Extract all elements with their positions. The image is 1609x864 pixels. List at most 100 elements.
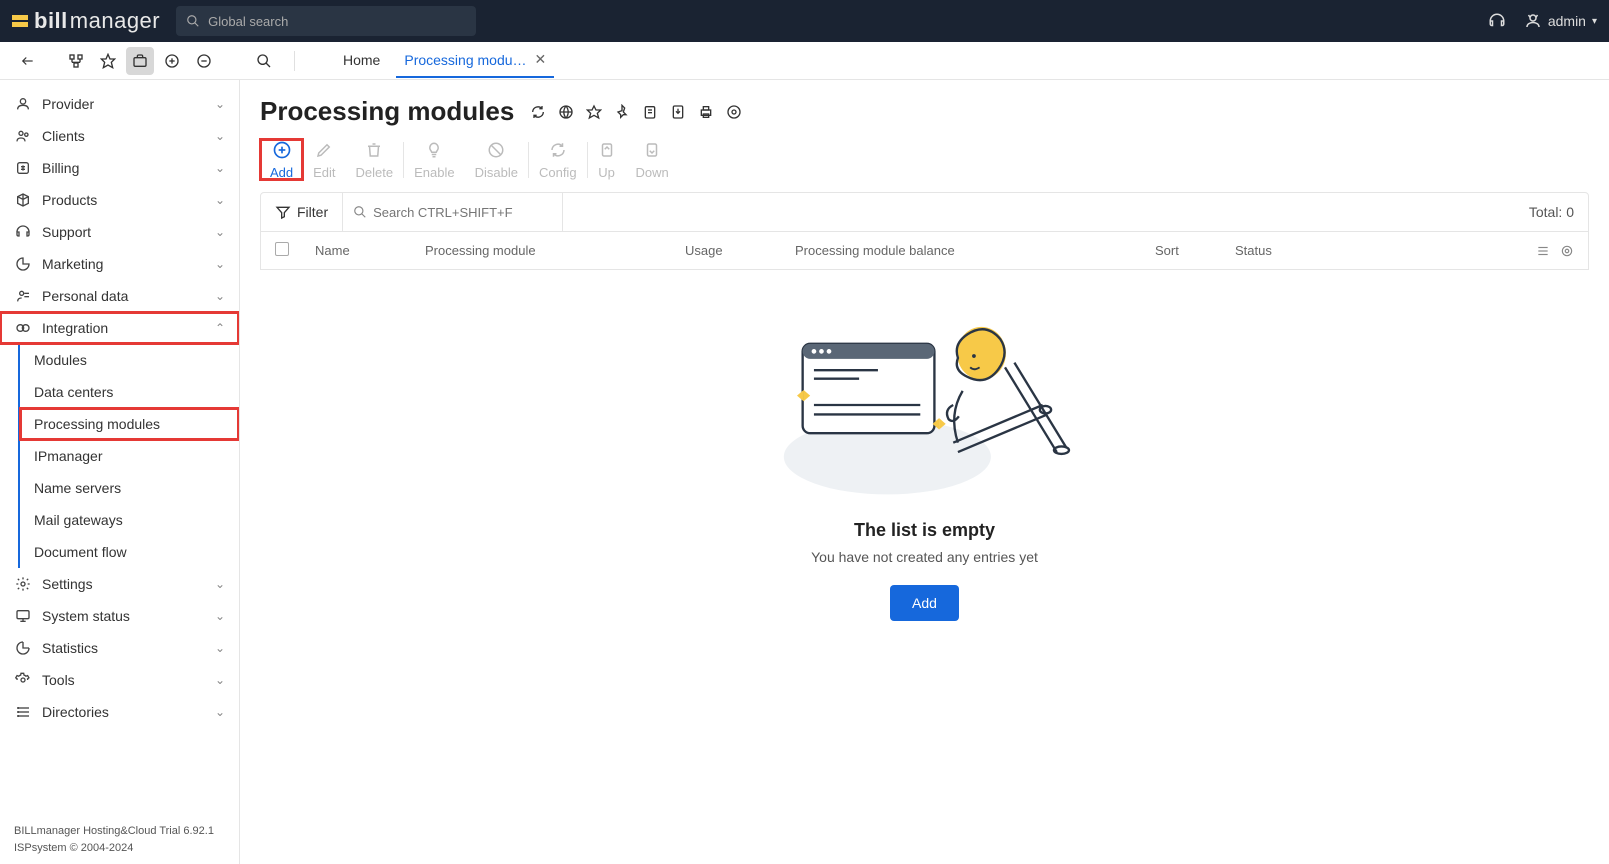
col-sort[interactable]: Sort [1155, 243, 1235, 258]
sidebar-item-billing[interactable]: Billing ⌄ [0, 152, 239, 184]
briefcase-icon[interactable] [126, 47, 154, 75]
globe-icon[interactable] [556, 102, 576, 122]
integration-submenu: Modules Data centers Processing modules … [18, 344, 239, 568]
sub-item-name-servers[interactable]: Name servers [20, 472, 239, 504]
add-circle-icon[interactable] [158, 47, 186, 75]
chevron-up-icon: ⌃ [215, 321, 225, 335]
integration-icon [14, 320, 32, 336]
clients-icon [14, 128, 32, 144]
search-icon [353, 205, 367, 219]
select-all-checkbox[interactable] [275, 242, 315, 259]
col-processing-module[interactable]: Processing module [425, 243, 685, 258]
enable-button[interactable]: Enable [404, 139, 464, 180]
monitor-icon [14, 608, 32, 624]
pie-icon [14, 256, 32, 272]
sidebar-item-integration[interactable]: Integration ⌃ [0, 312, 239, 344]
sub-item-mail-gateways[interactable]: Mail gateways [20, 504, 239, 536]
delete-button[interactable]: Delete [346, 139, 404, 180]
tab-active-label: Processing modu… [404, 52, 526, 68]
products-icon [14, 192, 32, 208]
sidebar-item-label: Settings [42, 576, 93, 592]
col-usage[interactable]: Usage [685, 243, 795, 258]
tab-home[interactable]: Home [335, 44, 388, 78]
inline-search[interactable] [343, 193, 563, 231]
sidebar-item-personal-data[interactable]: Personal data ⌄ [0, 280, 239, 312]
enable-label: Enable [414, 165, 454, 180]
filter-row: Filter Total: 0 [260, 192, 1589, 232]
col-name[interactable]: Name [315, 243, 425, 258]
support-icon[interactable] [1488, 12, 1506, 30]
tree-icon[interactable] [62, 47, 90, 75]
sidebar-item-directories[interactable]: Directories ⌄ [0, 696, 239, 728]
add-button[interactable]: Add [260, 139, 303, 180]
config-button[interactable]: Config [529, 139, 587, 180]
settings-circle-icon[interactable] [724, 102, 744, 122]
delete-label: Delete [356, 165, 394, 180]
disable-label: Disable [475, 165, 518, 180]
sidebar-item-statistics[interactable]: Statistics ⌄ [0, 632, 239, 664]
pin-icon[interactable] [612, 102, 632, 122]
sidebar-item-products[interactable]: Products ⌄ [0, 184, 239, 216]
star-outline-icon[interactable] [584, 102, 604, 122]
edit-button[interactable]: Edit [303, 139, 345, 180]
down-button[interactable]: Down [626, 139, 679, 180]
sidebar-item-provider[interactable]: Provider ⌄ [0, 88, 239, 120]
user-menu[interactable]: admin ▾ [1524, 12, 1597, 30]
sidebar-item-system-status[interactable]: System status ⌄ [0, 600, 239, 632]
star-icon[interactable] [94, 47, 122, 75]
sidebar-item-label: Billing [42, 160, 79, 176]
empty-add-button[interactable]: Add [890, 585, 959, 621]
arrow-up-icon [598, 139, 616, 161]
tab-processing-modules[interactable]: Processing modu… ✕ [396, 43, 554, 78]
reload-icon[interactable] [528, 102, 548, 122]
list-icon[interactable] [1536, 244, 1550, 258]
search-icon [186, 14, 200, 28]
sidebar: Provider ⌄ Clients ⌄ Billing ⌄ Products … [0, 80, 240, 864]
print-icon[interactable] [696, 102, 716, 122]
sub-item-data-centers[interactable]: Data centers [20, 376, 239, 408]
export-icon[interactable] [668, 102, 688, 122]
target-icon[interactable] [1560, 244, 1574, 258]
sidebar-item-marketing[interactable]: Marketing ⌄ [0, 248, 239, 280]
plus-circle-icon [272, 139, 292, 161]
global-search-input[interactable] [208, 14, 466, 29]
back-button[interactable] [14, 47, 42, 75]
sidebar-item-tools[interactable]: Tools ⌄ [0, 664, 239, 696]
copyright-text: ISPsystem © 2004-2024 [14, 840, 225, 857]
sub-item-document-flow[interactable]: Document flow [20, 536, 239, 568]
logo-text-light: manager [70, 8, 160, 34]
action-toolbar: Add Edit Delete Enable Disable [260, 139, 1589, 180]
chevron-down-icon: ⌄ [215, 97, 225, 111]
sidebar-item-label: Statistics [42, 640, 98, 656]
global-search[interactable] [176, 6, 476, 36]
arrow-down-icon [643, 139, 661, 161]
disable-button[interactable]: Disable [465, 139, 528, 180]
chevron-down-icon: ⌄ [215, 129, 225, 143]
up-label: Up [598, 165, 615, 180]
sidebar-item-settings[interactable]: Settings ⌄ [0, 568, 239, 600]
empty-title: The list is empty [854, 520, 995, 541]
sidebar-item-clients[interactable]: Clients ⌄ [0, 120, 239, 152]
col-status[interactable]: Status [1235, 243, 1335, 258]
sync-icon [549, 139, 567, 161]
tab-close-icon[interactable]: ✕ [535, 51, 547, 68]
remove-circle-icon[interactable] [190, 47, 218, 75]
provider-icon [14, 96, 32, 112]
col-balance[interactable]: Processing module balance [795, 243, 1155, 258]
chevron-down-icon: ⌄ [215, 609, 225, 623]
clipboard-icon[interactable] [640, 102, 660, 122]
headset-icon [14, 224, 32, 240]
pencil-icon [315, 139, 333, 161]
logo-icon [12, 15, 28, 27]
sidebar-item-label: System status [42, 608, 130, 624]
sidebar-item-support[interactable]: Support ⌄ [0, 216, 239, 248]
sub-item-ipmanager[interactable]: IPmanager [20, 440, 239, 472]
chevron-down-icon: ⌄ [215, 705, 225, 719]
sub-item-processing-modules[interactable]: Processing modules [20, 408, 239, 440]
up-button[interactable]: Up [588, 139, 626, 180]
filter-button[interactable]: Filter [261, 193, 343, 231]
sub-item-modules[interactable]: Modules [20, 344, 239, 376]
search-small-icon[interactable] [250, 47, 278, 75]
inline-search-input[interactable] [373, 205, 552, 220]
logo-text-bold: bill [34, 8, 68, 34]
